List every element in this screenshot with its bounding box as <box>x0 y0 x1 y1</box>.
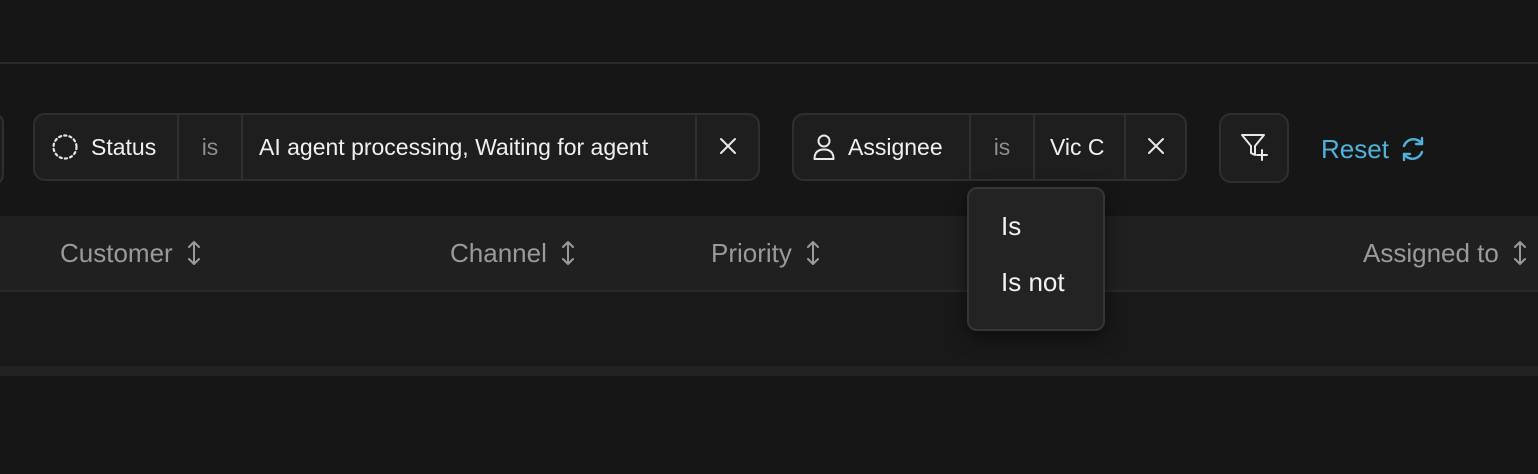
operator-option-is[interactable]: Is <box>969 203 1103 249</box>
person-icon <box>812 133 836 161</box>
empty-area <box>0 376 1538 474</box>
assignee-filter-field-label: Assignee <box>848 133 943 160</box>
status-filter-field-label: Status <box>91 133 157 160</box>
close-icon <box>1147 134 1165 161</box>
sort-arrows-icon <box>187 240 201 266</box>
add-filter-button[interactable] <box>1219 113 1289 183</box>
column-header-label: Channel <box>450 237 547 268</box>
sort-arrows-icon <box>806 240 820 266</box>
sort-arrows-icon <box>561 240 575 266</box>
status-filter-operator[interactable]: is <box>179 115 243 179</box>
column-header-label: Assigned to <box>1363 237 1499 268</box>
status-filter-chip: Status is AI agent processing, Waiting f… <box>33 113 760 181</box>
status-filter-value[interactable]: AI agent processing, Waiting for agent <box>243 115 697 179</box>
reset-label: Reset <box>1321 133 1389 164</box>
table-footer-divider <box>0 366 1538 376</box>
scrolled-filter-chip-edge[interactable] <box>0 113 4 185</box>
column-header-label: Priority <box>711 237 792 268</box>
column-header-assigned-to[interactable]: Assigned to <box>1363 216 1527 290</box>
dotted-circle-icon <box>51 133 79 161</box>
assignee-filter-operator[interactable]: is <box>971 115 1035 179</box>
column-header-customer[interactable]: Customer <box>60 216 201 290</box>
close-icon <box>719 134 737 161</box>
table-row[interactable] <box>0 292 1538 366</box>
column-header-label: Customer <box>60 237 173 268</box>
page: Status is AI agent processing, Waiting f… <box>0 0 1538 474</box>
operator-dropdown-menu: Is Is not <box>967 187 1105 331</box>
top-bar <box>0 0 1538 64</box>
table-header: Customer Channel Priority Assigned to <box>0 216 1538 292</box>
status-filter-remove-button[interactable] <box>697 115 758 179</box>
filter-plus-icon <box>1239 131 1269 166</box>
assignee-filter-remove-button[interactable] <box>1126 115 1185 179</box>
status-filter-field[interactable]: Status <box>35 115 179 179</box>
column-header-priority[interactable]: Priority <box>711 216 820 290</box>
sort-arrows-icon <box>1513 240 1527 266</box>
column-header-channel[interactable]: Channel <box>450 216 575 290</box>
assignee-filter-value[interactable]: Vic C <box>1035 115 1126 179</box>
refresh-icon <box>1399 135 1427 163</box>
assignee-filter-field[interactable]: Assignee <box>794 115 971 179</box>
assignee-filter-chip: Assignee is Vic C <box>792 113 1187 181</box>
filter-bar: Status is AI agent processing, Waiting f… <box>0 64 1538 216</box>
operator-option-is-not[interactable]: Is not <box>969 249 1103 315</box>
reset-button[interactable]: Reset <box>1321 130 1427 168</box>
